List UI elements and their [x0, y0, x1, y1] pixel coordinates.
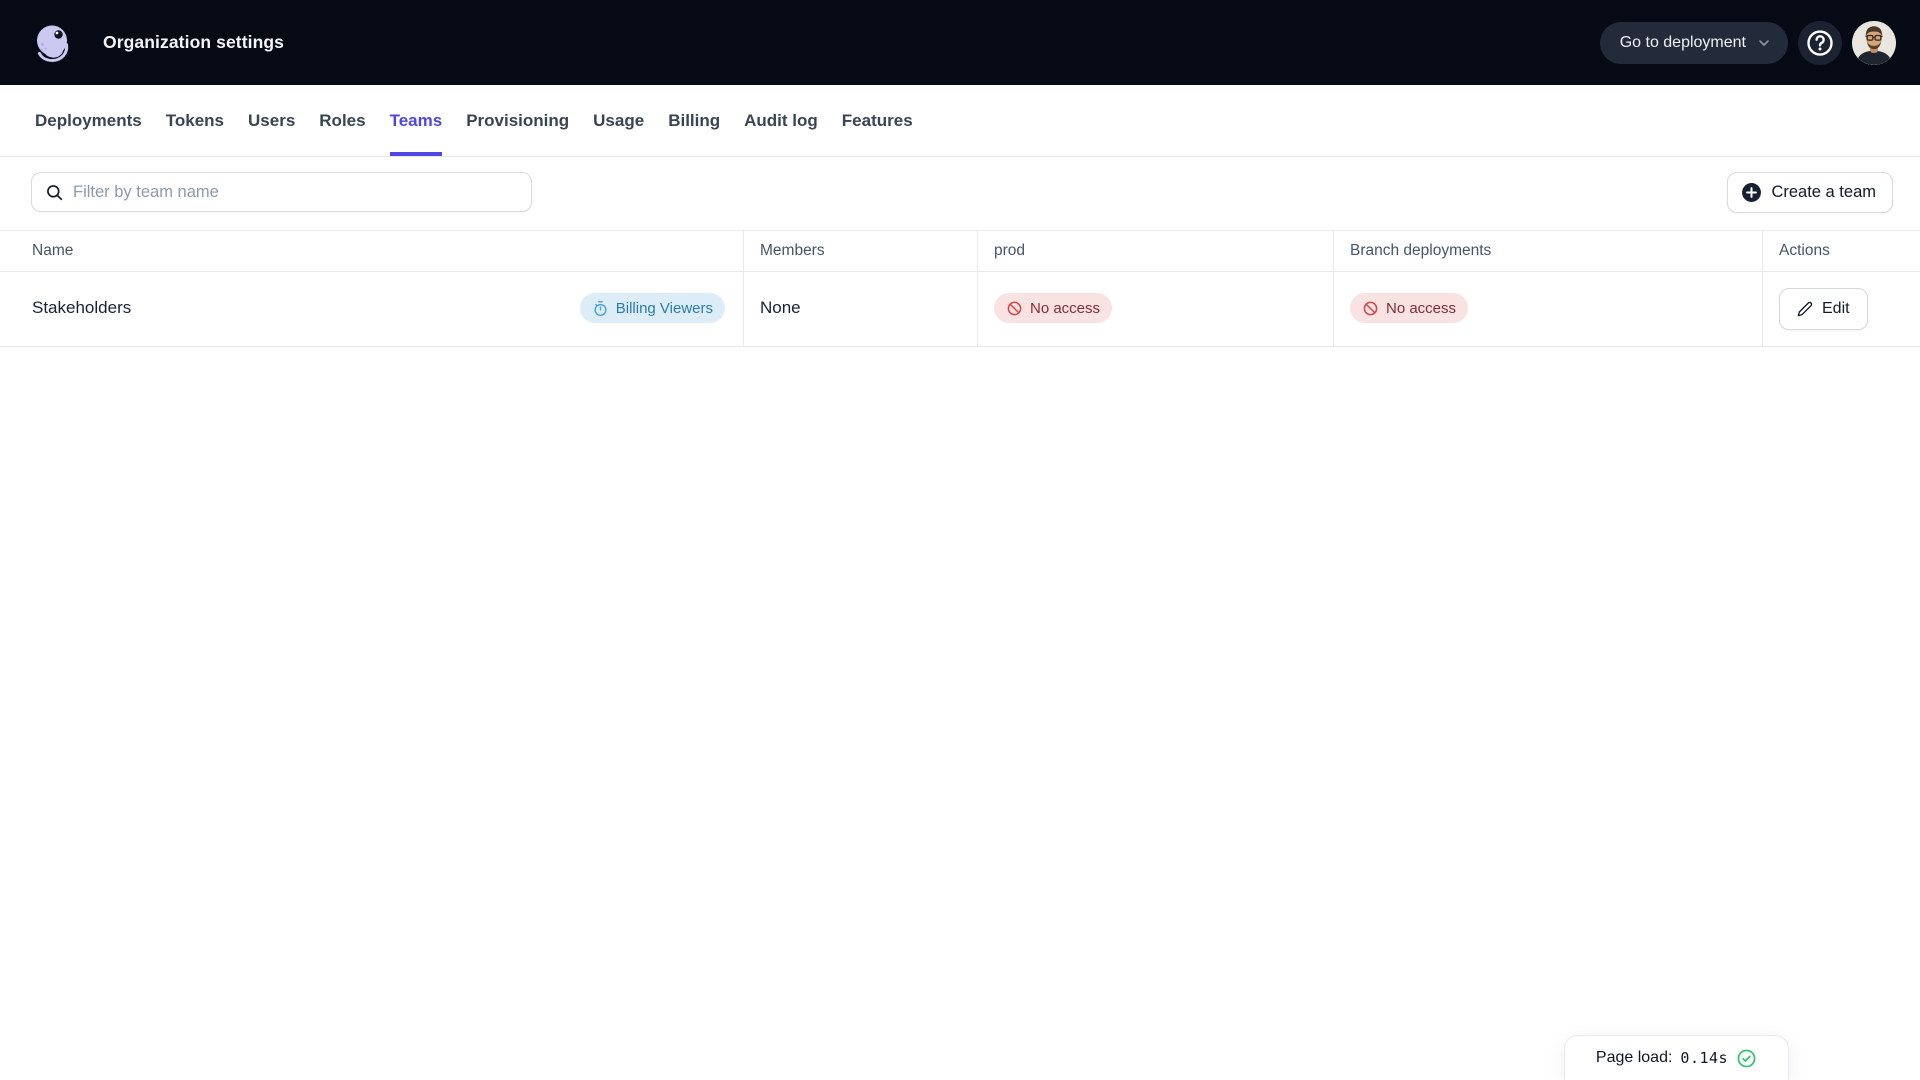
team-name: Stakeholders [32, 298, 132, 317]
stopwatch-icon [594, 300, 607, 316]
edit-label: Edit [1822, 300, 1850, 317]
team-filter-input[interactable] [73, 182, 519, 202]
prod-access-badge: No access [994, 293, 1113, 323]
help-button[interactable] [1798, 20, 1842, 65]
tab-provisioning[interactable]: Provisioning [466, 85, 569, 156]
column-header-actions: Actions [1779, 242, 1830, 259]
column-header-members: Members [744, 231, 978, 271]
top-bar: Organization settings Go to deployment [0, 0, 1920, 85]
tab-users[interactable]: Users [248, 85, 295, 156]
user-avatar[interactable] [1852, 20, 1896, 65]
pencil-icon [1797, 301, 1813, 317]
search-icon [47, 184, 63, 200]
column-header-prod: prod [978, 231, 1334, 271]
column-header-branch-deployments: Branch deployments [1334, 231, 1763, 271]
members-value: None [760, 298, 801, 317]
page-load-label: Page load: [1595, 1049, 1673, 1066]
tab-teams[interactable]: Teams [389, 85, 442, 156]
chevron-down-icon [1759, 39, 1769, 46]
branch-access-badge: No access [1350, 293, 1469, 323]
go-to-deployment-label: Go to deployment [1619, 33, 1746, 51]
page-load-toast: Page load: 0.14s [1564, 1035, 1789, 1080]
tab-tokens[interactable]: Tokens [166, 85, 224, 156]
team-role-badge: Billing Viewers [579, 293, 725, 323]
tab-billing[interactable]: Billing [668, 85, 720, 156]
tab-deployments[interactable]: Deployments [35, 85, 142, 156]
tab-audit-log[interactable]: Audit log [744, 85, 818, 156]
settings-tab-bar: Deployments Tokens Users Roles Teams Pro… [0, 85, 1920, 157]
octopus-logo-icon[interactable] [31, 21, 75, 65]
create-team-label: Create a team [1771, 183, 1876, 201]
page-load-value: 0.14s [1680, 1049, 1729, 1067]
tab-usage[interactable]: Usage [593, 85, 644, 156]
teams-toolbar: Create a team [0, 157, 1920, 230]
go-to-deployment-button[interactable]: Go to deployment [1599, 21, 1788, 64]
no-access-ban-icon [1007, 301, 1022, 315]
plus-circle-icon [1742, 183, 1762, 202]
help-icon [1807, 29, 1833, 56]
no-access-ban-icon [1363, 301, 1378, 315]
team-filter-box [31, 172, 532, 212]
page-title: Organization settings [103, 32, 285, 52]
tab-features[interactable]: Features [842, 85, 913, 156]
table-row: Stakeholders Billing Viewers None No acc… [0, 272, 1920, 347]
tab-roles[interactable]: Roles [319, 85, 365, 156]
teams-table: Name Members prod Branch deployments Act… [0, 230, 1920, 347]
create-team-button[interactable]: Create a team [1727, 172, 1893, 213]
table-header-row: Name Members prod Branch deployments Act… [0, 230, 1920, 272]
column-header-name: Name [0, 231, 744, 271]
edit-team-button[interactable]: Edit [1779, 288, 1868, 330]
check-circle-icon [1737, 1049, 1756, 1067]
